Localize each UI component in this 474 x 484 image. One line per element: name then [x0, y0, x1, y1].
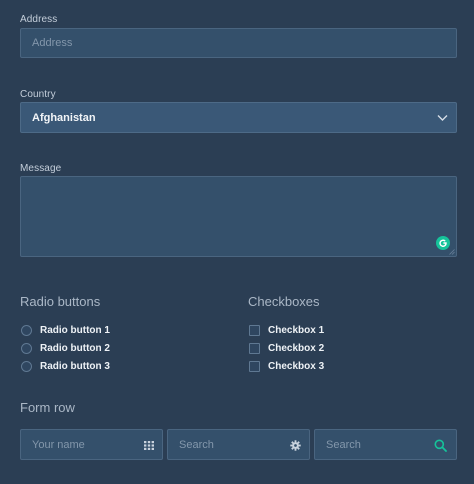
search-icon[interactable]	[434, 439, 447, 452]
your-name-placeholder: Your name	[32, 439, 85, 451]
message-label: Message	[20, 163, 62, 174]
radio-button-3[interactable]	[21, 361, 32, 372]
address-input[interactable]: Address	[20, 28, 457, 58]
search-1-placeholder: Search	[179, 439, 214, 451]
search-input-2[interactable]: Search	[314, 429, 457, 460]
grammarly-glyph	[439, 239, 447, 247]
message-textarea[interactable]	[20, 176, 457, 257]
form-row-title: Form row	[20, 400, 75, 415]
gear-icon[interactable]	[290, 440, 301, 451]
checkbox-label-3[interactable]: Checkbox 3	[268, 361, 324, 372]
search-2-placeholder: Search	[326, 439, 361, 451]
search-input-1[interactable]: Search	[167, 429, 310, 460]
radio-label-1[interactable]: Radio button 1	[40, 325, 110, 336]
radio-label-2[interactable]: Radio button 2	[40, 343, 110, 354]
chevron-down-icon	[437, 115, 448, 121]
radio-section-title: Radio buttons	[20, 294, 101, 309]
checkbox-3[interactable]	[249, 361, 260, 372]
checkbox-2[interactable]	[249, 343, 260, 354]
address-placeholder: Address	[32, 37, 73, 49]
country-select[interactable]: Afghanistan	[20, 102, 457, 133]
checkbox-section-title: Checkboxes	[248, 294, 320, 309]
checkbox-1[interactable]	[249, 325, 260, 336]
country-selected-value: Afghanistan	[32, 112, 96, 124]
grammarly-icon[interactable]	[436, 236, 450, 250]
radio-button-2[interactable]	[21, 343, 32, 354]
checkbox-label-2[interactable]: Checkbox 2	[268, 343, 324, 354]
radio-label-3[interactable]: Radio button 3	[40, 361, 110, 372]
checkbox-label-1[interactable]: Checkbox 1	[268, 325, 324, 336]
radio-button-1[interactable]	[21, 325, 32, 336]
resize-handle[interactable]	[449, 249, 455, 255]
country-label: Country	[20, 89, 56, 100]
your-name-input[interactable]: Your name	[20, 429, 163, 460]
address-label: Address	[20, 14, 58, 25]
grid-icon[interactable]	[144, 441, 154, 450]
